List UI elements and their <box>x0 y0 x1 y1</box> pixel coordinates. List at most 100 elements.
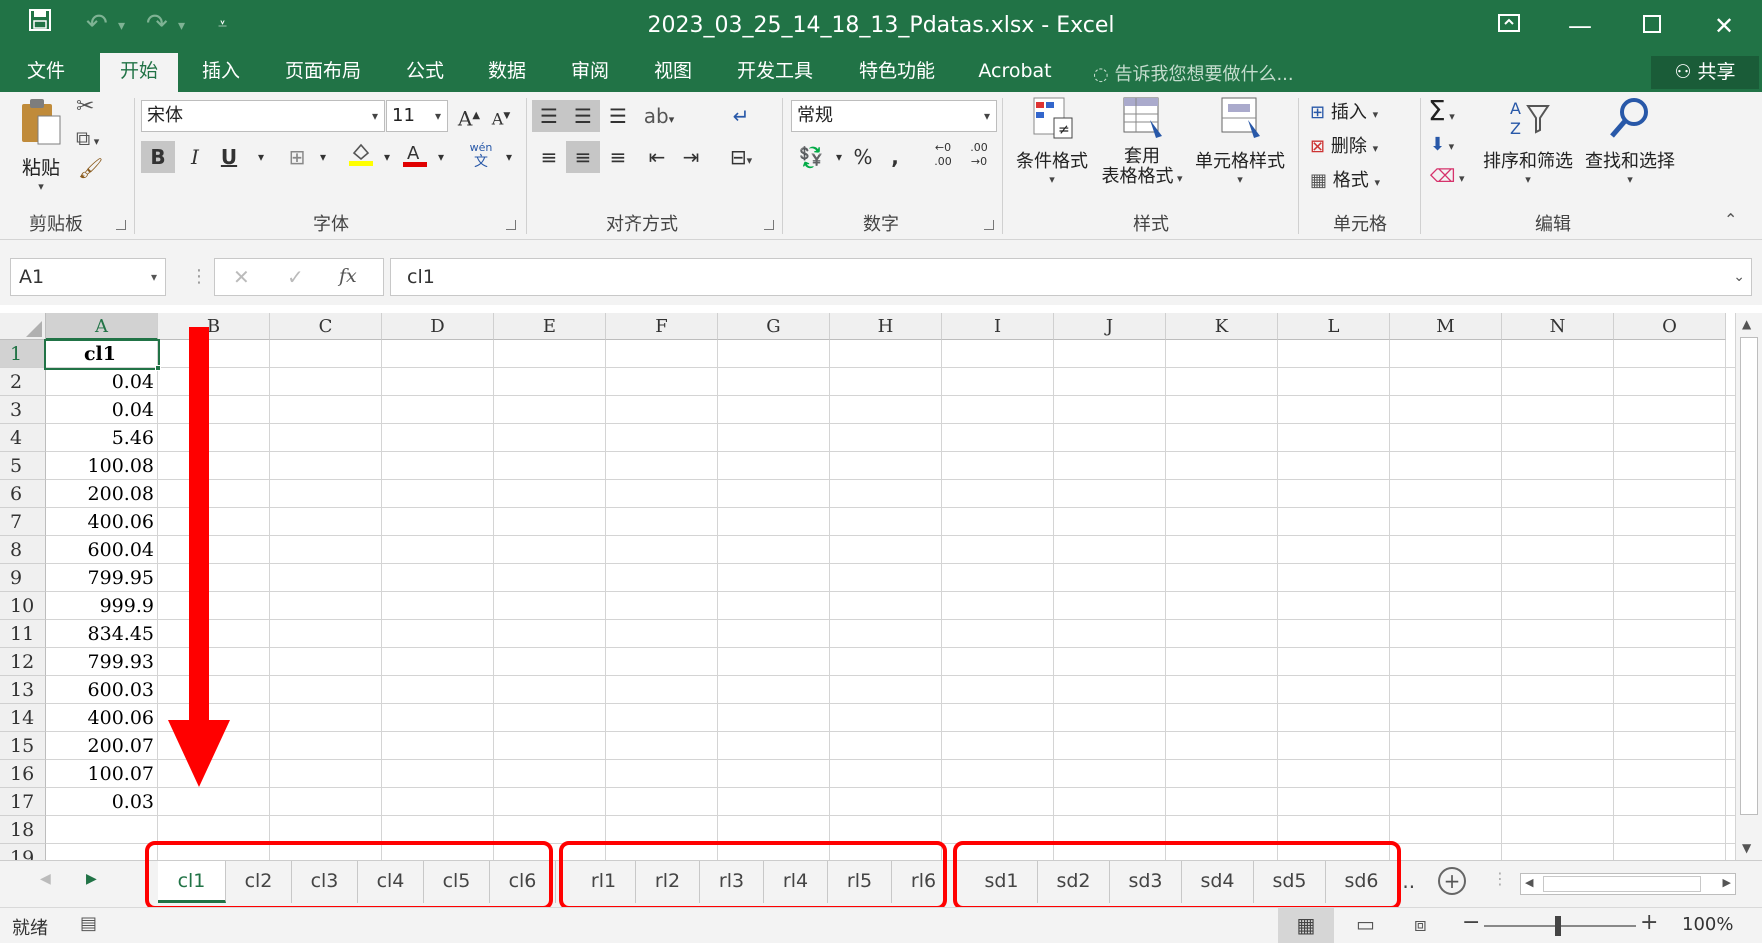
cancel-icon[interactable]: ✕ <box>233 265 250 289</box>
maximize-icon[interactable] <box>1632 8 1672 44</box>
scroll-tabs-right-icon[interactable]: ▶ <box>86 871 97 887</box>
row-header-1[interactable]: 1 <box>0 340 46 368</box>
cell-a7[interactable]: 400.06 <box>46 508 158 536</box>
font-launcher-icon[interactable] <box>506 220 516 230</box>
alignment-launcher-icon[interactable] <box>764 220 774 230</box>
scroll-tabs-left-icon[interactable]: ◀ <box>40 871 51 887</box>
autosum-button[interactable]: Σ ▾ <box>1428 94 1455 127</box>
column-header-c[interactable]: C <box>270 313 382 340</box>
column-header-d[interactable]: D <box>382 313 494 340</box>
row-header-8[interactable]: 8 <box>0 536 46 564</box>
zoom-slider-thumb[interactable] <box>1555 916 1561 936</box>
formula-bar-splitter-icon[interactable]: ⋮ <box>190 266 208 287</box>
phonetic-dropdown-icon[interactable]: ▾ <box>492 141 526 173</box>
bold-button[interactable]: B <box>141 141 175 173</box>
formula-input[interactable]: cl1 ⌄ <box>390 258 1752 296</box>
tab-developer[interactable]: 开发工具 <box>720 53 830 92</box>
tab-splitter-icon[interactable]: ⋮ <box>1492 869 1508 888</box>
align-middle-icon[interactable]: ☰ <box>566 100 600 132</box>
scroll-thumb[interactable] <box>1740 337 1758 815</box>
sort-filter-button[interactable]: AZ 排序和筛选 ▾ <box>1478 96 1578 186</box>
cell-a18[interactable] <box>46 816 158 844</box>
wrap-text-icon[interactable]: ↵ <box>724 100 758 132</box>
scroll-left-icon[interactable]: ◀ <box>1525 876 1533 889</box>
horizontal-scrollbar[interactable]: ◀ ▶ <box>1520 873 1736 895</box>
clipboard-launcher-icon[interactable] <box>116 220 126 230</box>
page-layout-view-icon[interactable]: ▭ <box>1356 912 1375 936</box>
tab-special-features[interactable]: 特色功能 <box>842 53 952 92</box>
tab-review[interactable]: 审阅 <box>555 53 625 92</box>
align-left-icon[interactable]: ≡ <box>532 141 566 173</box>
zoom-level[interactable]: 100% <box>1682 914 1733 935</box>
tab-insert[interactable]: 插入 <box>186 53 256 92</box>
row-header-17[interactable]: 17 <box>0 788 46 816</box>
underline-button[interactable]: U <box>212 141 246 173</box>
row-header-9[interactable]: 9 <box>0 564 46 592</box>
comma-style-button[interactable]: , <box>878 141 912 173</box>
number-launcher-icon[interactable] <box>984 220 994 230</box>
merge-center-icon[interactable]: ⊟▾ <box>724 141 758 173</box>
cell-a17[interactable]: 0.03 <box>46 788 158 816</box>
cell-a19[interactable] <box>46 844 158 860</box>
cell-a2[interactable]: 0.04 <box>46 368 158 396</box>
paste-dropdown-icon[interactable]: ▾ <box>16 180 66 193</box>
row-header-4[interactable]: 4 <box>0 424 46 452</box>
align-top-icon[interactable]: ☰ <box>532 100 566 132</box>
scroll-right-icon[interactable]: ▶ <box>1723 876 1731 889</box>
align-bottom-icon[interactable]: ☰ <box>601 100 635 132</box>
row-header-13[interactable]: 13 <box>0 676 46 704</box>
number-format-dropdown[interactable]: 常规 ▾ <box>791 100 997 132</box>
column-header-k[interactable]: K <box>1166 313 1278 340</box>
select-all-corner[interactable] <box>0 313 46 340</box>
cell-a12[interactable]: 799.93 <box>46 648 158 676</box>
find-select-button[interactable]: 查找和选择 ▾ <box>1580 96 1680 186</box>
column-header-g[interactable]: G <box>718 313 830 340</box>
row-header-15[interactable]: 15 <box>0 732 46 760</box>
cell-a15[interactable]: 200.07 <box>46 732 158 760</box>
row-header-12[interactable]: 12 <box>0 648 46 676</box>
column-header-m[interactable]: M <box>1390 313 1502 340</box>
cell-a11[interactable]: 834.45 <box>46 620 158 648</box>
paste-button[interactable]: 粘贴 ▾ <box>16 96 66 196</box>
column-header-a[interactable]: A <box>46 313 158 340</box>
decrease-decimal-button[interactable]: .00 →0 <box>962 141 996 173</box>
cell-a13[interactable]: 600.03 <box>46 676 158 704</box>
tab-acrobat[interactable]: Acrobat <box>968 53 1062 92</box>
cell-a8[interactable]: 600.04 <box>46 536 158 564</box>
percent-style-button[interactable]: % <box>846 141 880 173</box>
tab-page-layout[interactable]: 页面布局 <box>268 53 378 92</box>
font-size-dropdown[interactable]: 11 ▾ <box>386 100 448 132</box>
align-center-icon[interactable]: ≡ <box>566 141 600 173</box>
row-header-10[interactable]: 10 <box>0 592 46 620</box>
horizontal-scroll-thumb[interactable] <box>1543 876 1701 892</box>
format-as-table-button[interactable]: 套用 表格格式 ▾ <box>1096 96 1188 189</box>
underline-dropdown-icon[interactable]: ▾ <box>244 141 278 173</box>
cell-styles-button[interactable]: 单元格样式 ▾ <box>1190 96 1290 186</box>
zoom-out-button[interactable]: − <box>1462 910 1480 935</box>
zoom-in-button[interactable]: + <box>1640 910 1658 935</box>
clear-icon[interactable]: ⌫ ▾ <box>1430 166 1464 187</box>
vertical-scrollbar[interactable]: ▲ ▼ <box>1735 313 1762 860</box>
cell-a14[interactable]: 400.06 <box>46 704 158 732</box>
column-header-j[interactable]: J <box>1054 313 1166 340</box>
row-header-16[interactable]: 16 <box>0 760 46 788</box>
row-header-6[interactable]: 6 <box>0 480 46 508</box>
orientation-icon[interactable]: ab▾ <box>642 100 676 132</box>
row-header-5[interactable]: 5 <box>0 452 46 480</box>
column-header-h[interactable]: H <box>830 313 942 340</box>
increase-decimal-button[interactable]: ←0.00 <box>926 141 960 173</box>
font-name-dropdown[interactable]: 宋体 ▾ <box>141 100 385 132</box>
scroll-down-icon[interactable]: ▼ <box>1742 841 1751 855</box>
increase-indent-icon[interactable]: ⇥ <box>674 141 708 173</box>
row-header-19[interactable]: 19 <box>0 844 46 860</box>
decrease-indent-icon[interactable]: ⇤ <box>640 141 674 173</box>
row-header-2[interactable]: 2 <box>0 368 46 396</box>
new-sheet-button[interactable]: + <box>1438 867 1466 895</box>
expand-formula-bar-icon[interactable]: ⌄ <box>1733 259 1745 295</box>
cell-a10[interactable]: 999.9 <box>46 592 158 620</box>
align-right-icon[interactable]: ≡ <box>601 141 635 173</box>
tell-me-box[interactable]: ◌ 告诉我您想要做什么... <box>1093 60 1294 86</box>
row-header-3[interactable]: 3 <box>0 396 46 424</box>
column-header-i[interactable]: I <box>942 313 1054 340</box>
collapse-ribbon-icon[interactable]: ⌃ <box>1724 210 1737 229</box>
